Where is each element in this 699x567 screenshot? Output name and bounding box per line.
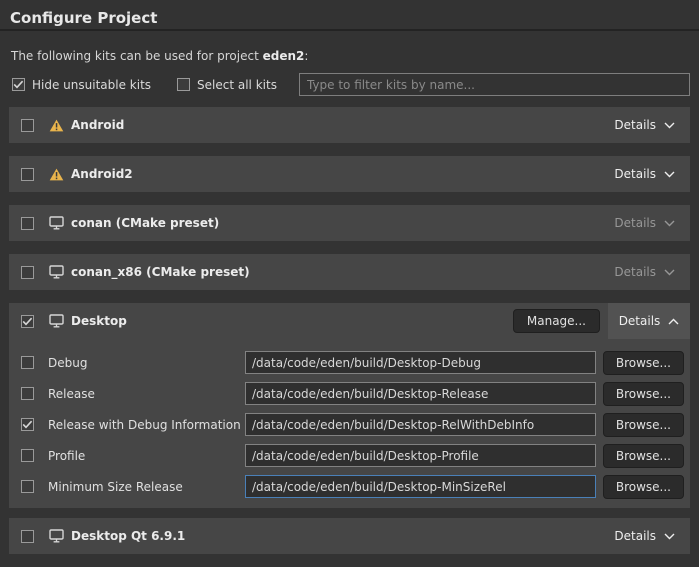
kit-section-desktop: Desktop Manage... Details Debug Browse..… — [9, 303, 690, 508]
select-all-kits-checkbox[interactable]: Select all kits — [177, 78, 277, 92]
build-config-row-release: Release Browse... — [21, 378, 684, 409]
kit-checkbox[interactable] — [21, 530, 34, 543]
browse-button[interactable]: Browse... — [603, 351, 684, 375]
build-config-label: Release with Debug Information — [48, 418, 245, 432]
desktop-monitor-icon — [49, 314, 64, 328]
details-button-desktop-qt-691[interactable]: Details — [611, 529, 678, 543]
chevron-down-icon — [664, 122, 675, 129]
build-config-label: Profile — [48, 449, 245, 463]
checkbox-checked-icon[interactable] — [12, 78, 25, 91]
kit-checkbox[interactable] — [21, 119, 34, 132]
kit-checkbox[interactable] — [21, 266, 34, 279]
details-button-android[interactable]: Details — [611, 118, 678, 132]
kit-row-android2[interactable]: Android2 Details — [9, 156, 690, 192]
details-button-conan: Details — [611, 216, 678, 230]
subtitle-suffix: : — [304, 49, 308, 63]
checkbox-unchecked-icon[interactable] — [177, 78, 190, 91]
build-dir-input-debug[interactable] — [245, 351, 596, 374]
browse-button[interactable]: Browse... — [603, 475, 684, 499]
build-config-row-minsizerel: Minimum Size Release Browse... — [21, 471, 684, 502]
chevron-down-icon — [664, 220, 675, 227]
desktop-monitor-icon — [49, 216, 64, 230]
kit-checkbox[interactable] — [21, 217, 34, 230]
kit-name: Desktop — [71, 314, 127, 328]
kit-checkbox[interactable] — [21, 315, 34, 328]
details-button-android2[interactable]: Details — [611, 167, 678, 181]
build-config-label: Release — [48, 387, 245, 401]
build-config-checkbox[interactable] — [21, 356, 34, 369]
build-config-list: Debug Browse... Release Browse... Releas… — [9, 339, 690, 502]
kit-row-conan[interactable]: conan (CMake preset) Details — [9, 205, 690, 241]
details-button-conan-x86: Details — [611, 265, 678, 279]
browse-button[interactable]: Browse... — [603, 382, 684, 406]
kit-name: conan_x86 (CMake preset) — [71, 265, 250, 279]
kit-row-desktop-qt-691[interactable]: Desktop Qt 6.9.1 Details — [9, 518, 690, 554]
hide-unsuitable-kits-checkbox[interactable]: Hide unsuitable kits — [12, 78, 151, 92]
warning-icon — [49, 119, 64, 132]
details-label: Details — [614, 216, 656, 230]
select-all-kits-label: Select all kits — [197, 78, 277, 92]
browse-button[interactable]: Browse... — [603, 413, 684, 437]
details-label: Details — [614, 529, 656, 543]
kits-description: The following kits can be used for proje… — [11, 49, 308, 63]
kit-filter-input[interactable] — [299, 73, 690, 96]
chevron-down-icon — [664, 533, 675, 540]
build-dir-input-relwithdebinfo[interactable] — [245, 413, 596, 436]
build-config-checkbox[interactable] — [21, 480, 34, 493]
chevron-down-icon — [664, 269, 675, 276]
build-config-label: Debug — [48, 356, 245, 370]
build-dir-input-release[interactable] — [245, 382, 596, 405]
hide-unsuitable-kits-label: Hide unsuitable kits — [32, 78, 151, 92]
kit-name: Android2 — [71, 167, 133, 181]
desktop-monitor-icon — [49, 529, 64, 543]
browse-button[interactable]: Browse... — [603, 444, 684, 468]
build-config-checkbox[interactable] — [21, 418, 34, 431]
build-config-checkbox[interactable] — [21, 449, 34, 462]
build-dir-input-profile[interactable] — [245, 444, 596, 467]
project-name: eden2 — [263, 49, 305, 63]
kit-name: conan (CMake preset) — [71, 216, 219, 230]
kit-name: Android — [71, 118, 124, 132]
build-config-label: Minimum Size Release — [48, 480, 245, 494]
manage-kits-button[interactable]: Manage... — [513, 309, 600, 333]
details-label: Details — [614, 167, 656, 181]
kit-filter-toolbar: Hide unsuitable kits Select all kits — [12, 73, 690, 96]
page-title: Configure Project — [0, 0, 699, 31]
details-label: Details — [614, 118, 656, 132]
subtitle-prefix: The following kits can be used for proje… — [11, 49, 263, 63]
chevron-down-icon — [664, 171, 675, 178]
desktop-monitor-icon — [49, 265, 64, 279]
kit-row-android[interactable]: Android Details — [9, 107, 690, 143]
build-config-row-relwithdebinfo: Release with Debug Information Browse... — [21, 409, 684, 440]
kit-list: Android Details Android2 Details conan (… — [9, 107, 690, 567]
kit-name: Desktop Qt 6.9.1 — [71, 529, 185, 543]
kit-row-conan-x86[interactable]: conan_x86 (CMake preset) Details — [9, 254, 690, 290]
details-label: Details — [619, 314, 661, 328]
build-config-row-profile: Profile Browse... — [21, 440, 684, 471]
warning-icon — [49, 168, 64, 181]
build-config-row-debug: Debug Browse... — [21, 347, 684, 378]
kit-checkbox[interactable] — [21, 168, 34, 181]
details-label: Details — [614, 265, 656, 279]
details-button-desktop[interactable]: Details — [608, 303, 690, 339]
build-config-checkbox[interactable] — [21, 387, 34, 400]
build-dir-input-minsizerel[interactable] — [245, 475, 596, 498]
kit-row-desktop[interactable]: Desktop Manage... Details — [9, 303, 690, 339]
chevron-up-icon — [668, 318, 679, 325]
